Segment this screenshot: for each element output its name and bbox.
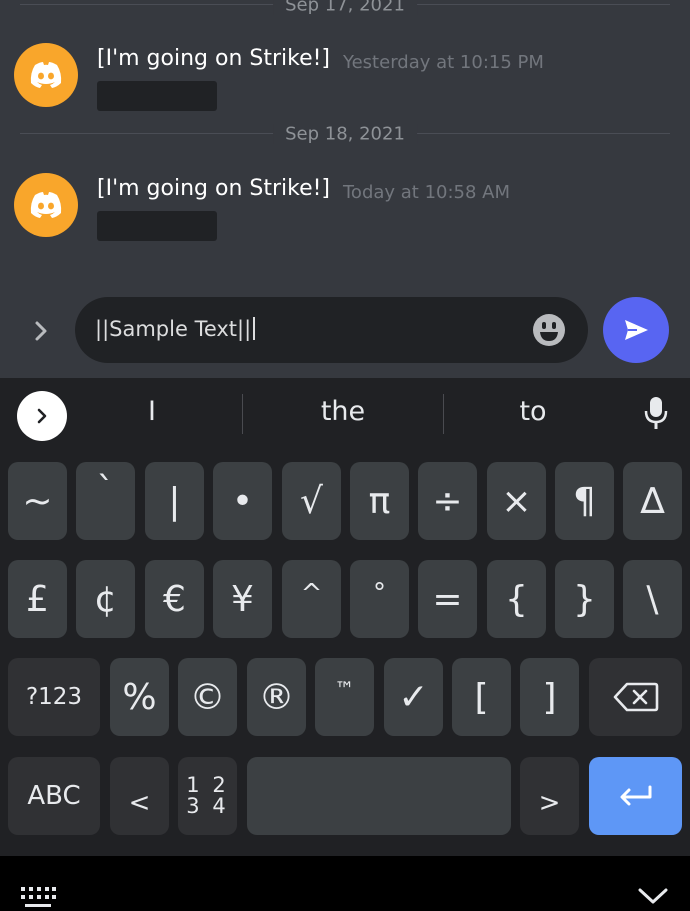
key[interactable]: ` xyxy=(76,462,135,540)
date-divider: Sep 18, 2021 xyxy=(20,123,670,145)
key[interactable]: € xyxy=(145,560,204,638)
suggestion-item[interactable]: I xyxy=(132,396,172,427)
backspace-icon xyxy=(613,682,658,712)
send-icon xyxy=(625,320,648,340)
spoiler-block[interactable] xyxy=(97,81,217,111)
key[interactable]: = xyxy=(418,560,477,638)
space-key[interactable] xyxy=(247,757,511,835)
hide-keyboard-icon[interactable] xyxy=(637,886,669,906)
page-switch-key[interactable]: 1 23 4 xyxy=(178,757,237,835)
key[interactable]: ¶ xyxy=(555,462,614,540)
key[interactable]: { xyxy=(487,560,546,638)
key[interactable]: [ xyxy=(452,658,511,736)
chat-area: Sep 17, 2021 [I'm going on Strike!] Yest… xyxy=(0,0,690,378)
key[interactable]: ® xyxy=(247,658,306,736)
date-divider: Sep 17, 2021 xyxy=(20,0,670,16)
key[interactable]: < xyxy=(110,757,169,835)
smiley-icon[interactable] xyxy=(532,313,566,347)
key[interactable]: ~ xyxy=(8,462,67,540)
key[interactable]: ✓ xyxy=(384,658,443,736)
discord-logo-icon xyxy=(30,192,62,218)
text-cursor xyxy=(253,317,256,340)
message-author[interactable]: [I'm going on Strike!] xyxy=(97,176,330,201)
spoiler-block[interactable] xyxy=(97,211,217,241)
chevron-right-icon xyxy=(37,408,47,424)
suggestion-item[interactable]: to xyxy=(493,396,573,427)
message-timestamp: Today at 10:58 AM xyxy=(343,182,511,203)
symbols-toggle-key[interactable]: ?123 xyxy=(8,658,100,736)
key[interactable]: π xyxy=(350,462,409,540)
discord-logo-icon xyxy=(30,62,62,88)
message-input[interactable]: ||Sample Text|| xyxy=(75,297,588,363)
key[interactable]: ÷ xyxy=(418,462,477,540)
key[interactable]: £ xyxy=(8,560,67,638)
key[interactable]: \ xyxy=(623,560,682,638)
message-timestamp: Yesterday at 10:15 PM xyxy=(343,52,544,73)
backspace-key[interactable] xyxy=(589,658,682,736)
chevron-right-icon[interactable] xyxy=(28,318,54,344)
suggestion-divider xyxy=(443,394,444,434)
key[interactable]: ° xyxy=(350,560,409,638)
suggestion-item[interactable]: the xyxy=(293,396,393,427)
navigation-bar xyxy=(0,856,690,911)
suggestion-toggle-button[interactable] xyxy=(17,391,67,441)
message-author[interactable]: [I'm going on Strike!] xyxy=(97,46,330,71)
send-button[interactable] xyxy=(603,297,669,363)
key[interactable]: % xyxy=(110,658,169,736)
key[interactable]: | xyxy=(145,462,204,540)
avatar[interactable] xyxy=(14,173,78,237)
date-label: Sep 18, 2021 xyxy=(273,123,417,145)
key[interactable]: ^ xyxy=(282,560,341,638)
key[interactable]: © xyxy=(178,658,237,736)
key[interactable]: • xyxy=(213,462,272,540)
key[interactable]: × xyxy=(487,462,546,540)
key[interactable]: ¥ xyxy=(213,560,272,638)
key[interactable]: ™ xyxy=(315,658,374,736)
enter-key[interactable] xyxy=(589,757,682,835)
key[interactable]: √ xyxy=(282,462,341,540)
abc-toggle-key[interactable]: ABC xyxy=(8,757,100,835)
key[interactable]: } xyxy=(555,560,614,638)
keyboard: I the to ~ ` | • √ π ÷ × ¶ ∆ £ ¢ € ¥ ^ °… xyxy=(0,378,690,856)
keyboard-switcher-icon[interactable] xyxy=(20,886,56,910)
avatar[interactable] xyxy=(14,43,78,107)
enter-icon xyxy=(620,785,651,806)
message-input-value[interactable]: ||Sample Text|| xyxy=(95,317,256,341)
suggestion-divider xyxy=(242,394,243,434)
key[interactable]: > xyxy=(520,757,579,835)
microphone-icon[interactable] xyxy=(644,396,668,430)
key[interactable]: ] xyxy=(520,658,579,736)
key[interactable]: ¢ xyxy=(76,560,135,638)
date-label: Sep 17, 2021 xyxy=(273,0,417,16)
key[interactable]: ∆ xyxy=(623,462,682,540)
